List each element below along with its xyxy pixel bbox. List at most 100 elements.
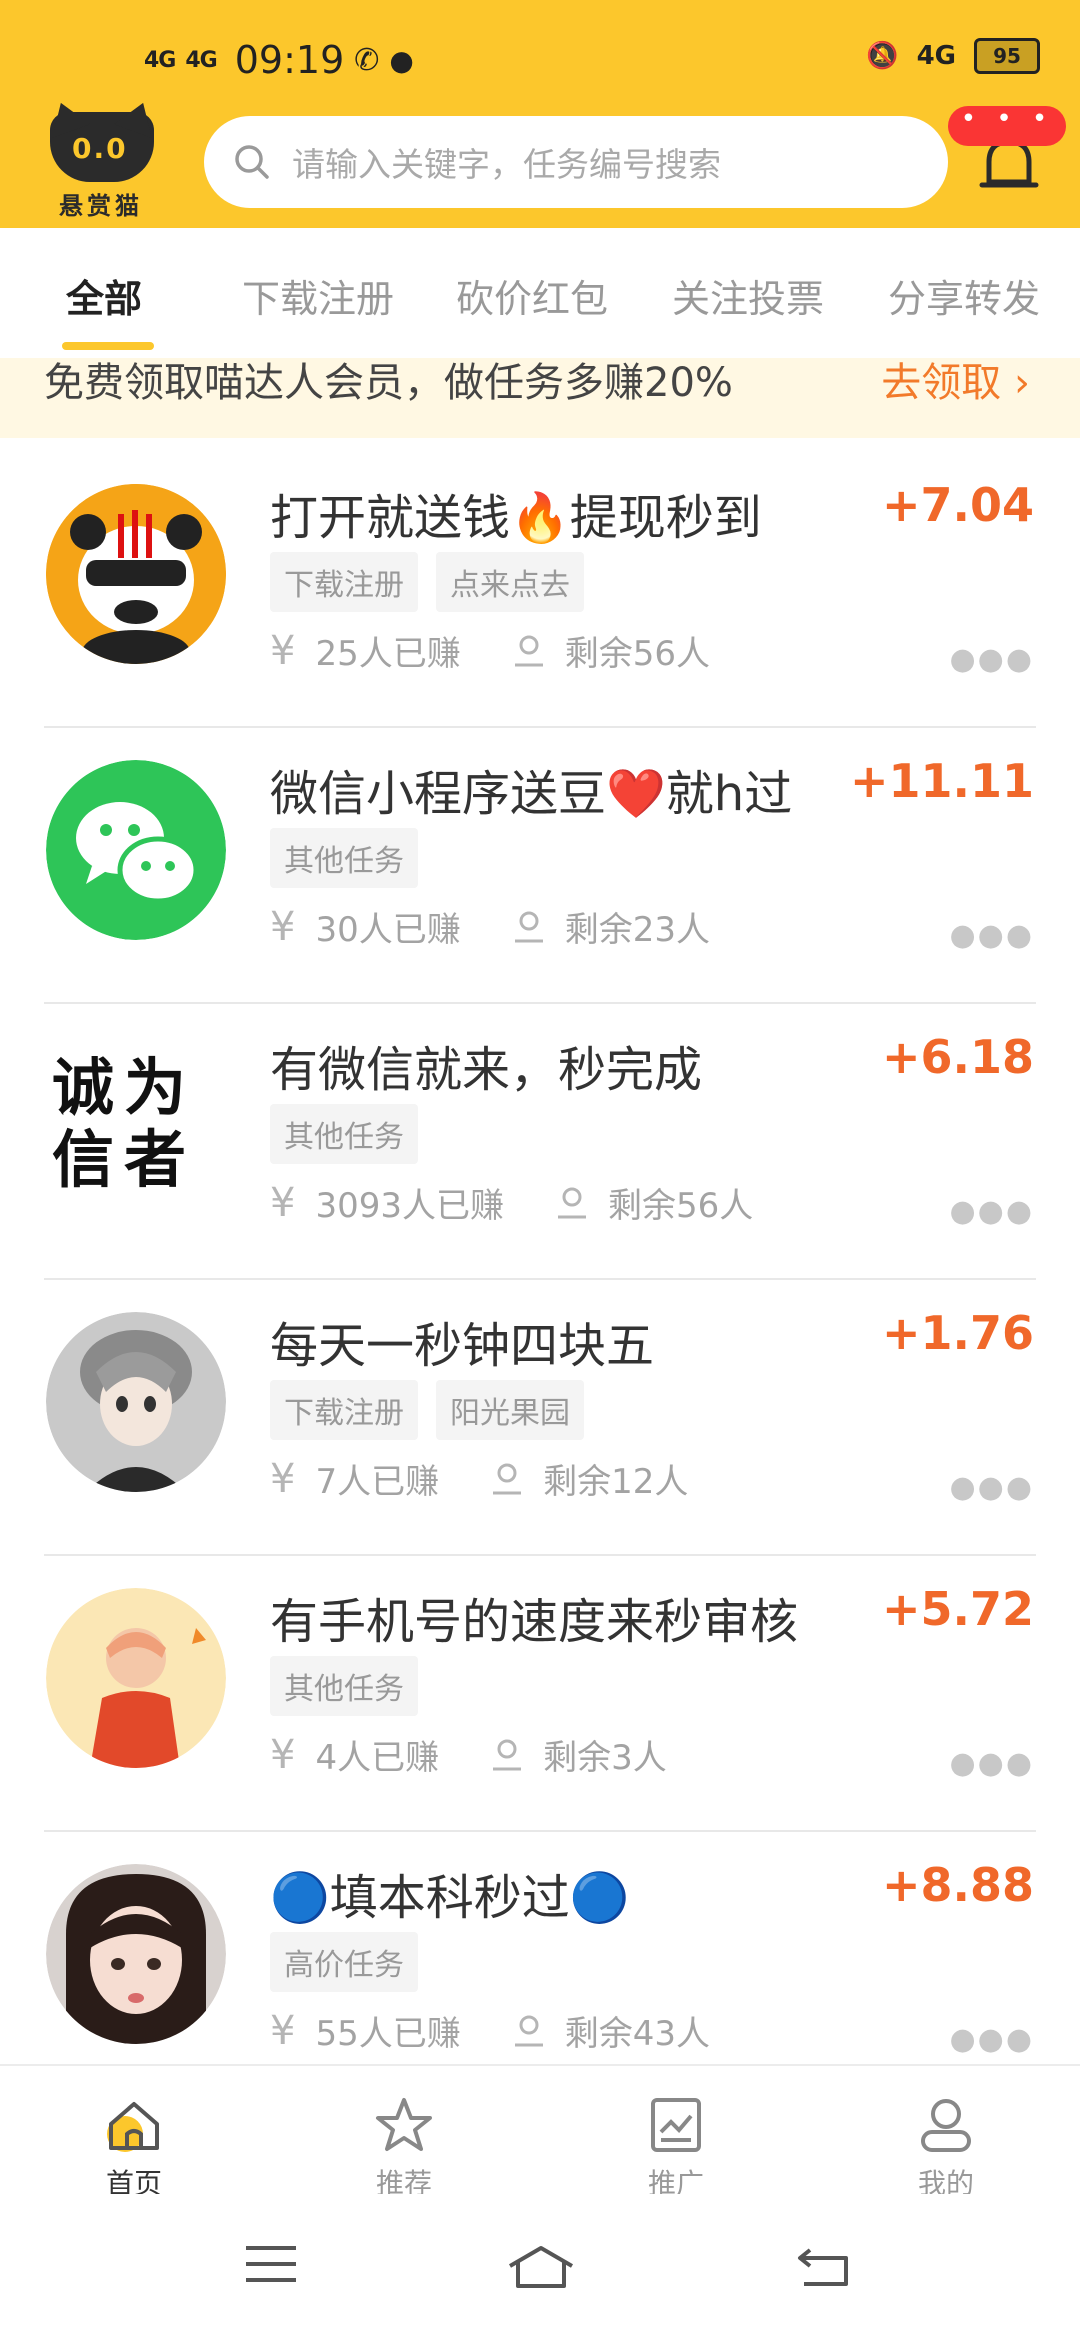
remaining-count: 剩余3人 <box>543 1738 667 1778</box>
tab-all[interactable]: 全部 <box>66 268 142 323</box>
active-tab-indicator <box>62 342 154 350</box>
signal-icon: 4G <box>185 47 217 73</box>
avatar <box>46 1588 226 1768</box>
nav-promote[interactable]: 推广 <box>616 2090 736 2202</box>
more-options-icon[interactable]: ●●● <box>949 918 1034 953</box>
search-icon <box>235 145 269 179</box>
mute-bell-icon: 🔕 <box>866 41 899 71</box>
chat-bubble-icon: ● <box>389 43 414 77</box>
nav-recommend[interactable]: 推荐 <box>344 2090 464 2202</box>
task-item[interactable]: 有手机号的速度来秒审核 +5.72 其他任务 ¥ 4人已赚 剩余3人 ●●● <box>0 1556 1080 1832</box>
system-nav-bar <box>0 2194 1080 2340</box>
task-item[interactable]: 诚为信者 有微信就来，秒完成 +6.18 其他任务 ¥ 3093人已赚 剩余56… <box>0 1004 1080 1280</box>
task-list: 打开就送钱🔥提现秒到 +7.04 下载注册 点来点去 ¥ 25人已赚 剩余56人… <box>0 452 1080 2108</box>
bottom-nav: 首页 推荐 推广 我的 <box>0 2064 1080 2200</box>
app-logo[interactable]: 0.0 悬赏猫 <box>40 96 162 220</box>
task-item[interactable]: 打开就送钱🔥提现秒到 +7.04 下载注册 点来点去 ¥ 25人已赚 剩余56人… <box>0 452 1080 728</box>
person-icon <box>557 1187 586 1218</box>
task-reward: +1.76 <box>881 1306 1034 1360</box>
menu-icon[interactable] <box>244 2244 298 2284</box>
search-input[interactable]: 请输入关键字，任务编号搜索 <box>292 138 721 186</box>
task-tag: 下载注册 <box>270 552 418 612</box>
tab-download-register[interactable]: 下载注册 <box>242 268 394 323</box>
promo-banner[interactable]: 免费领取喵达人会员，做任务多赚20% 去领取 › <box>0 358 1080 438</box>
task-tag: 其他任务 <box>270 828 418 888</box>
promo-claim-link[interactable]: 去领取 › <box>881 358 1030 408</box>
yen-icon: ¥ <box>270 1731 296 1778</box>
avatar <box>46 760 226 940</box>
task-title: 有手机号的速度来秒审核 <box>270 1594 799 1650</box>
earned-count: 25人已赚 <box>315 634 461 674</box>
task-tag: 阳光果园 <box>436 1380 584 1440</box>
phone-icon: ✆ <box>354 42 380 78</box>
avatar <box>46 1312 226 1492</box>
back-icon[interactable] <box>796 2244 852 2288</box>
home-nav-icon[interactable] <box>506 2244 576 2290</box>
avatar <box>46 1864 226 2044</box>
earned-count: 3093人已赚 <box>315 1186 504 1226</box>
calligraphy-avatar: 诚为信者 <box>52 1051 197 1196</box>
yen-icon: ¥ <box>270 627 296 674</box>
nav-mine[interactable]: 我的 <box>886 2090 1006 2202</box>
remaining-count: 剩余23人 <box>564 910 710 950</box>
task-tag: 下载注册 <box>270 1380 418 1440</box>
nav-home[interactable]: 首页 <box>74 2090 194 2202</box>
task-item[interactable]: 微信小程序送豆❤️就h过 +11.11 其他任务 ¥ 30人已赚 剩余23人 ●… <box>0 728 1080 1004</box>
earned-count: 4人已赚 <box>315 1738 440 1778</box>
app-header: 4G 4G 09:19 ✆ ● 🔕 4G 95 0.0 悬赏猫 请输入关键字，任… <box>0 0 1080 228</box>
task-title: 🔵填本科秒过🔵 <box>270 1870 630 1926</box>
task-tag: 点来点去 <box>436 552 584 612</box>
cat-eyes: 0.0 <box>72 132 128 165</box>
task-item[interactable]: 每天一秒钟四块五 +1.76 下载注册 阳光果园 ¥ 7人已赚 剩余12人 ●●… <box>0 1280 1080 1556</box>
remaining-count: 剩余56人 <box>564 634 710 674</box>
task-title: 微信小程序送豆❤️就h过 <box>270 766 793 822</box>
task-tag: 高价任务 <box>270 1932 418 1992</box>
earned-count: 30人已赚 <box>315 910 461 950</box>
person-icon <box>514 2015 543 2046</box>
message-badge[interactable]: • • • <box>948 106 1066 146</box>
avatar: 诚为信者 <box>46 1036 226 1216</box>
task-title: 有微信就来，秒完成 <box>270 1042 703 1098</box>
signal-icon: 4G <box>144 47 176 73</box>
person-icon <box>493 1463 522 1494</box>
task-reward: +8.88 <box>881 1858 1034 1912</box>
chart-icon <box>651 2098 701 2152</box>
more-options-icon[interactable]: ●●● <box>949 1746 1034 1781</box>
task-tag: 其他任务 <box>270 1656 418 1716</box>
yen-icon: ¥ <box>270 903 296 950</box>
yen-icon: ¥ <box>270 1455 296 1502</box>
task-reward: +7.04 <box>881 478 1034 532</box>
task-title: 每天一秒钟四块五 <box>270 1318 655 1374</box>
promo-text: 免费领取喵达人会员，做任务多赚20% <box>44 360 733 406</box>
logo-text: 悬赏猫 <box>59 192 143 220</box>
status-bar: 4G 4G 09:19 ✆ ● 🔕 4G 95 <box>0 0 1080 110</box>
task-tag: 其他任务 <box>270 1104 418 1164</box>
category-tabs: 全部 下载注册 砍价红包 关注投票 分享转发 <box>0 228 1080 358</box>
earned-count: 7人已赚 <box>315 1462 440 1502</box>
star-icon <box>376 2098 432 2151</box>
person-icon <box>493 1739 522 1770</box>
more-options-icon[interactable]: ●●● <box>949 642 1034 677</box>
task-reward: +11.11 <box>849 754 1034 808</box>
search-bar[interactable]: 请输入关键字，任务编号搜索 <box>204 116 948 208</box>
more-options-icon[interactable]: ●●● <box>949 2022 1034 2057</box>
person-icon <box>514 911 543 942</box>
remaining-count: 剩余56人 <box>607 1186 754 1226</box>
avatar <box>46 484 226 664</box>
tab-follow-vote[interactable]: 关注投票 <box>672 268 824 323</box>
network-label: 4G <box>916 41 956 71</box>
task-title: 打开就送钱🔥提现秒到 <box>270 490 762 546</box>
battery-icon: 95 <box>974 38 1040 74</box>
yen-icon: ¥ <box>270 1179 296 1226</box>
task-reward: +5.72 <box>881 1582 1034 1636</box>
clock: 09:19 <box>234 38 345 82</box>
remaining-count: 剩余43人 <box>564 2014 710 2054</box>
more-options-icon[interactable]: ●●● <box>949 1470 1034 1505</box>
tab-share-forward[interactable]: 分享转发 <box>888 268 1040 323</box>
more-options-icon[interactable]: ●●● <box>949 1194 1034 1229</box>
earned-count: 55人已赚 <box>315 2014 461 2054</box>
task-reward: +6.18 <box>881 1030 1034 1084</box>
tab-bargain-redpacket[interactable]: 砍价红包 <box>456 268 608 323</box>
user-icon <box>921 2099 971 2152</box>
home-icon <box>107 2102 159 2152</box>
